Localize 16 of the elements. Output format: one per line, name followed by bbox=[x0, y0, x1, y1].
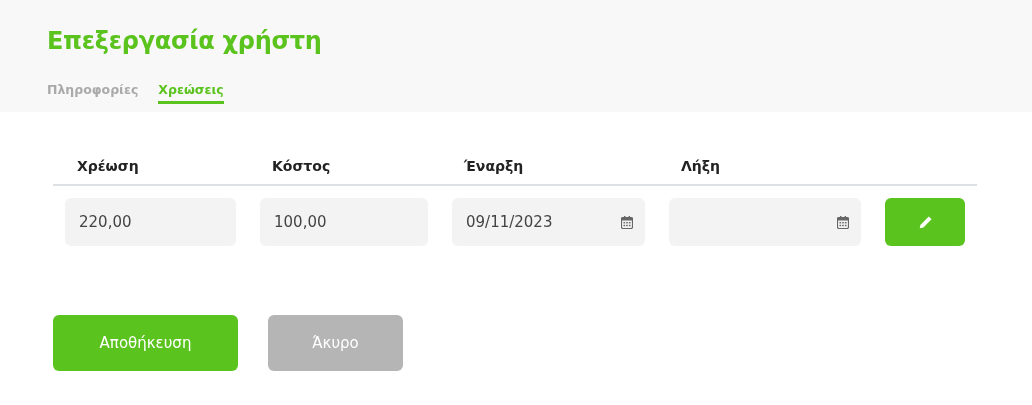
column-header: Λήξη bbox=[680, 157, 721, 176]
save-button[interactable]: Αποθήκευση bbox=[53, 315, 238, 371]
column-header: Κόστος bbox=[271, 157, 331, 176]
column-header: Έναρξη bbox=[463, 157, 524, 176]
calendar-icon[interactable] bbox=[621, 215, 633, 229]
tab[interactable]: Πληροφορίες bbox=[47, 81, 139, 104]
cancel-button[interactable]: Άκυρο bbox=[268, 315, 403, 371]
tab[interactable]: Χρεώσεις bbox=[158, 81, 224, 104]
date-field[interactable]: 09/11/2023 bbox=[452, 198, 645, 246]
column-header: Χρέωση bbox=[76, 157, 139, 176]
input-field[interactable]: 220,00 bbox=[65, 198, 236, 246]
calendar-icon[interactable] bbox=[837, 215, 849, 229]
page-title: Επεξεργασία χρήστη bbox=[47, 26, 323, 57]
date-field[interactable] bbox=[669, 198, 861, 246]
input-field[interactable]: 100,00 bbox=[260, 198, 428, 246]
pencil-icon bbox=[917, 214, 933, 230]
